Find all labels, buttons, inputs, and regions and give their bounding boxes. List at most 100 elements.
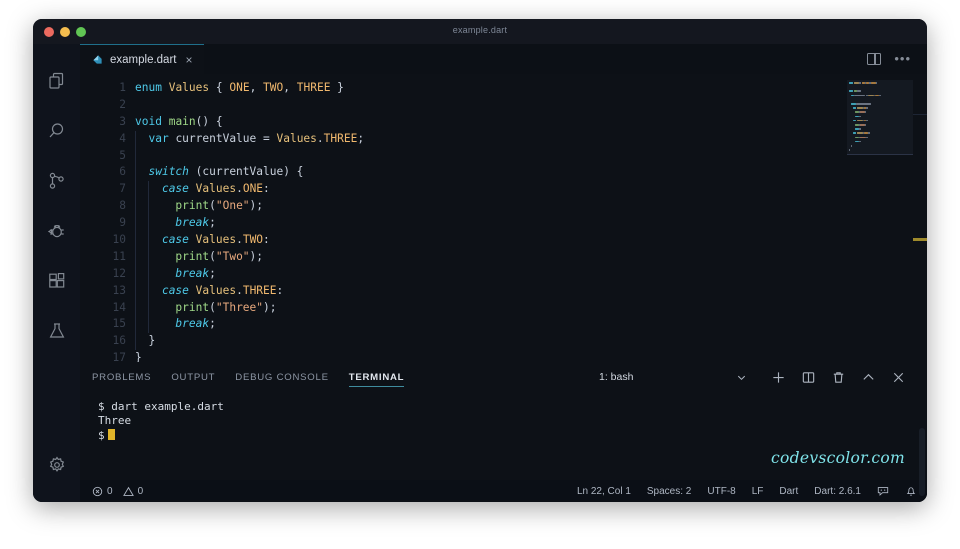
- code-token: );: [250, 199, 263, 212]
- code-token: :: [263, 233, 270, 246]
- code-token: currentValue: [169, 132, 263, 145]
- status-sdk-version[interactable]: Dart: 2.6.1: [814, 486, 861, 497]
- code-token: enum: [135, 81, 162, 94]
- status-encoding[interactable]: UTF-8: [707, 486, 735, 497]
- code-token: .: [236, 284, 243, 297]
- line-number: 15: [80, 316, 126, 333]
- code-content[interactable]: enum Values { ONE, TWO, THREE } void mai…: [135, 80, 927, 362]
- code-line: enum Values { ONE, TWO, THREE }: [135, 80, 927, 97]
- close-panel-icon[interactable]: [883, 364, 913, 390]
- code-token: .: [317, 132, 324, 145]
- extensions-icon[interactable]: [33, 256, 80, 306]
- line-number: 14: [80, 300, 126, 317]
- source-control-icon[interactable]: [33, 156, 80, 206]
- feedback-smiley-icon[interactable]: [877, 485, 889, 497]
- code-token: main: [169, 115, 196, 128]
- screenshot-root: example.dart: [0, 0, 960, 549]
- warning-triangle-icon: [123, 486, 134, 497]
- settings-gear-icon[interactable]: [33, 440, 80, 490]
- code-token: print: [175, 199, 209, 212]
- code-token: TWO: [243, 233, 263, 246]
- line-number: 9: [80, 215, 126, 232]
- code-token: THREE: [243, 284, 277, 297]
- code-token: [135, 317, 175, 330]
- terminal-scrollbar[interactable]: [919, 428, 925, 496]
- line-number: 16: [80, 333, 126, 350]
- run-debug-icon[interactable]: [33, 206, 80, 256]
- explorer-icon[interactable]: [33, 56, 80, 106]
- split-terminal-icon[interactable]: [793, 364, 823, 390]
- code-line: [135, 97, 927, 114]
- editor-tabbar-actions: •••: [867, 44, 927, 74]
- code-editor[interactable]: 1234567891011121314151617 enum Values { …: [80, 74, 927, 362]
- line-number: 5: [80, 148, 126, 165]
- main-column: example.dart × ••• 123456789101112131415…: [80, 44, 927, 502]
- status-problems[interactable]: 0 0: [92, 486, 143, 497]
- code-line: [135, 148, 927, 165]
- split-editor-icon[interactable]: [867, 53, 881, 65]
- terminal-selector-dropdown[interactable]: 1: bash: [593, 367, 753, 387]
- code-token: "Three": [216, 301, 263, 314]
- code-token: [135, 250, 175, 263]
- code-token: print: [175, 250, 209, 263]
- code-line: break;: [135, 316, 927, 333]
- window-title: example.dart: [33, 25, 927, 35]
- panel-tab-terminal[interactable]: TERMINAL: [349, 362, 405, 392]
- indent-guide: [148, 181, 149, 333]
- code-token: [189, 284, 196, 297]
- panel-tab-debug-console[interactable]: DEBUG CONSOLE: [235, 362, 328, 392]
- testing-flask-icon[interactable]: [33, 306, 80, 356]
- code-token: "One": [216, 199, 250, 212]
- code-token: Values: [169, 81, 209, 94]
- status-eol[interactable]: LF: [752, 486, 764, 497]
- more-actions-icon[interactable]: •••: [894, 55, 911, 63]
- line-number: 1: [80, 80, 126, 97]
- overview-separator: [913, 114, 927, 115]
- panel-tab-problems[interactable]: PROBLEMS: [92, 362, 151, 392]
- editor-tab-close-icon[interactable]: ×: [185, 54, 192, 66]
- code-token: Values: [196, 284, 236, 297]
- code-token: }: [148, 334, 155, 347]
- status-cursor-position[interactable]: Ln 22, Col 1: [577, 486, 631, 497]
- error-count: 0: [107, 486, 113, 497]
- code-token: break: [175, 267, 209, 280]
- panel-tab-output[interactable]: OUTPUT: [171, 362, 215, 392]
- code-token: );: [250, 250, 263, 263]
- code-token: (: [209, 301, 216, 314]
- kill-terminal-icon[interactable]: [823, 364, 853, 390]
- status-language-mode[interactable]: Dart: [779, 486, 798, 497]
- editor-tab-example-dart[interactable]: example.dart ×: [80, 44, 204, 74]
- maximize-panel-icon[interactable]: [853, 364, 883, 390]
- code-token: var: [148, 132, 168, 145]
- line-number: 13: [80, 283, 126, 300]
- window-body: example.dart × ••• 123456789101112131415…: [33, 44, 927, 502]
- line-number: 4: [80, 131, 126, 148]
- search-icon[interactable]: [33, 106, 80, 156]
- code-token: [189, 233, 196, 246]
- vscode-window: example.dart: [33, 19, 927, 502]
- terminal-cursor: [108, 429, 115, 440]
- code-token: print: [175, 301, 209, 314]
- code-line: }: [135, 350, 927, 362]
- line-number: 12: [80, 266, 126, 283]
- new-terminal-icon[interactable]: [763, 364, 793, 390]
- code-line: break;: [135, 215, 927, 232]
- code-token: break: [175, 317, 209, 330]
- editor-overview-ruler[interactable]: [913, 74, 927, 362]
- status-indentation[interactable]: Spaces: 2: [647, 486, 691, 497]
- code-token: }: [135, 351, 142, 362]
- code-token: [162, 81, 169, 94]
- terminal-output-area[interactable]: $ dart example.dart Three $ codevscolor.…: [80, 392, 927, 480]
- line-number: 10: [80, 232, 126, 249]
- code-token: :: [263, 182, 270, 195]
- code-token: [135, 165, 148, 178]
- terminal-line: Three: [98, 414, 927, 428]
- code-line: switch (currentValue) {: [135, 164, 927, 181]
- status-bar: 0 0 Ln 22, Col 1 Spaces: 2 UTF-8 LF Dart: [80, 480, 927, 502]
- code-token: switch: [148, 165, 188, 178]
- code-token: Values: [276, 132, 316, 145]
- code-token: [135, 267, 175, 280]
- status-bar-right: Ln 22, Col 1 Spaces: 2 UTF-8 LF Dart Dar…: [577, 485, 917, 497]
- panel-header: PROBLEMS OUTPUT DEBUG CONSOLE TERMINAL 1: b…: [80, 362, 927, 392]
- notifications-bell-icon[interactable]: [905, 485, 917, 497]
